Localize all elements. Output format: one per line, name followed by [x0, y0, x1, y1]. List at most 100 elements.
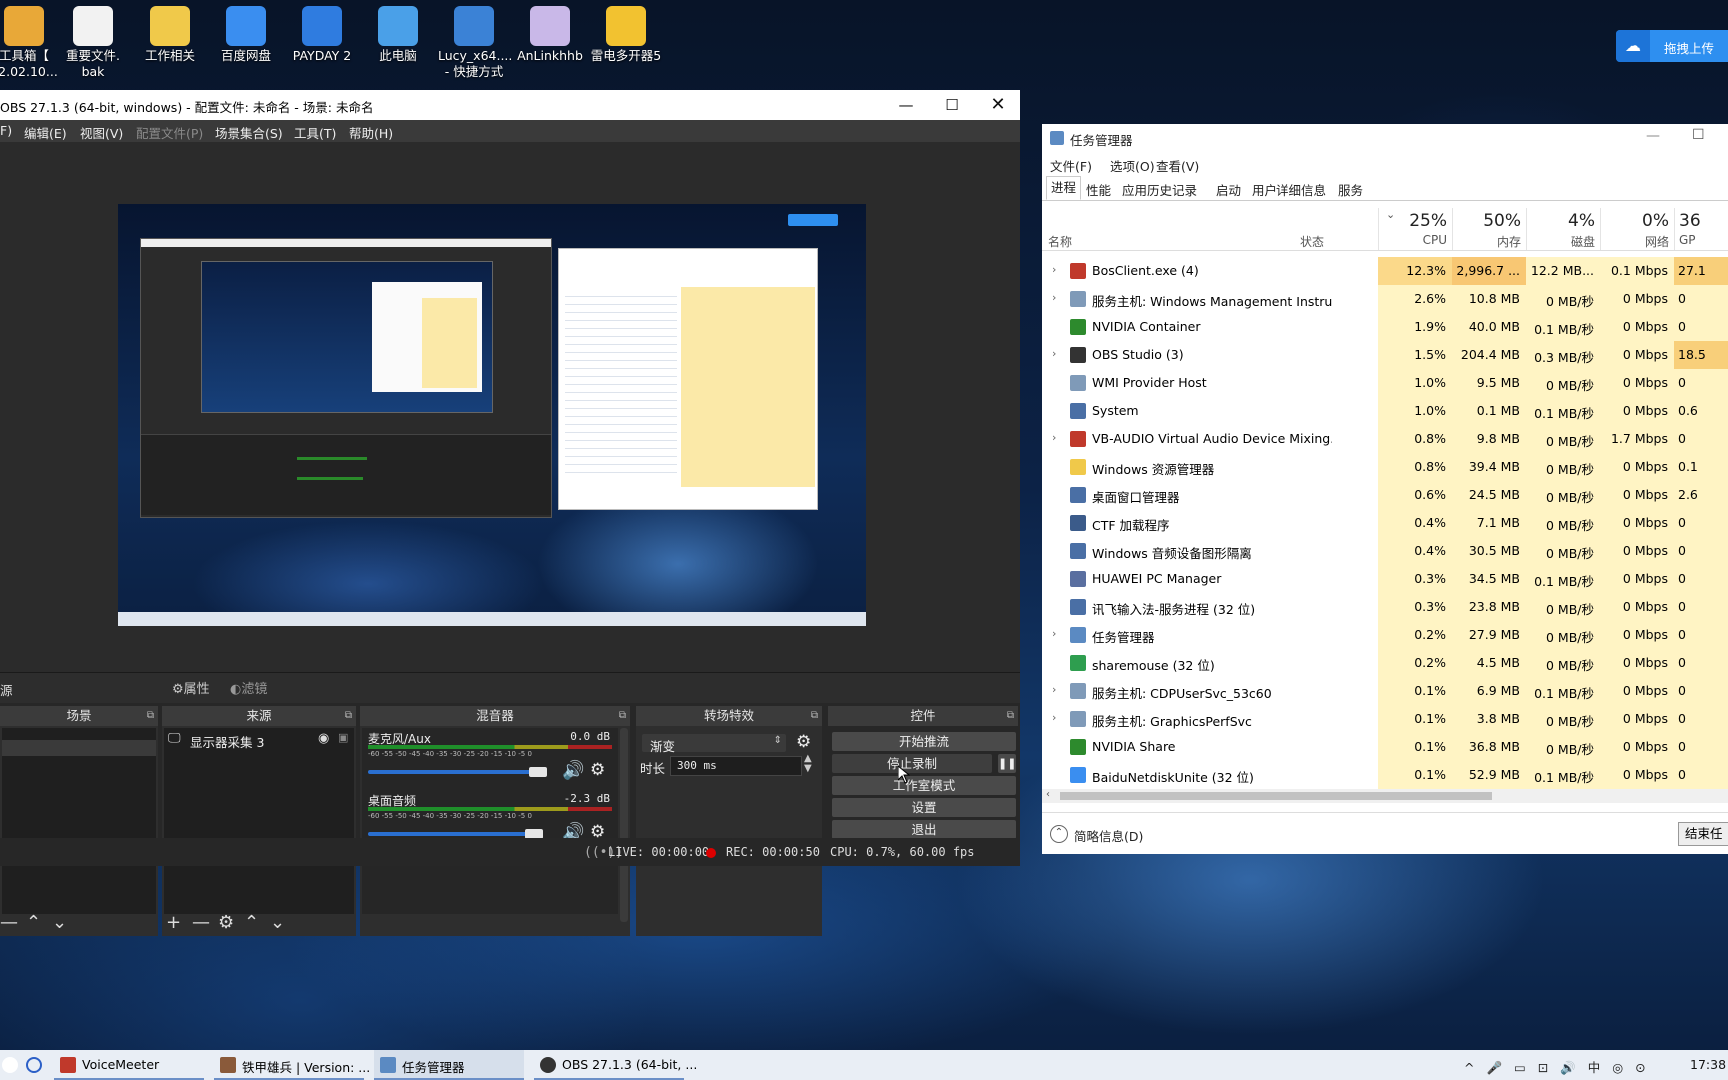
spin-arrows-icon[interactable]: ▲ ▼ — [804, 754, 812, 774]
obs-title-bar[interactable]: OBS 27.1.3 (64-bit, windows) - 配置文件: 未命名… — [0, 90, 1020, 120]
undock-icon[interactable]: ⧉ — [619, 706, 626, 726]
col-name[interactable]: 名称 — [1048, 233, 1072, 250]
table-row[interactable]: › VB-AUDIO Virtual Audio Device Mixing...… — [1042, 425, 1728, 453]
expand-chevron-icon[interactable]: › — [1052, 347, 1056, 360]
undock-icon[interactable]: ⧉ — [147, 706, 154, 726]
minimize-button[interactable]: — — [884, 90, 928, 120]
col-disk[interactable]: 4% 磁盘 — [1526, 208, 1601, 250]
undock-icon[interactable]: ⧉ — [345, 706, 352, 726]
system-tray-icons[interactable]: ^ 🎤 ▭ ⊡ 🔊 中 ◎ ⊙ — [1464, 1057, 1650, 1076]
volume-slider-handle[interactable] — [529, 767, 547, 777]
desktop-icon[interactable]: PAYDAY 2 — [286, 4, 358, 64]
table-row[interactable]: 讯飞输入法-服务进程 (32 位) 0.3% 23.8 MB 0 MB/秒 0 Mbps… — [1042, 593, 1728, 621]
tab-performance[interactable]: 性能 — [1082, 180, 1115, 199]
maximize-button[interactable]: ☐ — [930, 90, 974, 120]
desktop-icon[interactable]: 工具箱【 22.02.10... — [0, 4, 60, 80]
expand-chevron-icon[interactable]: › — [1052, 683, 1056, 696]
menu-file[interactable]: 文件(F) — [1050, 156, 1092, 175]
scenes-list[interactable] — [2, 728, 156, 914]
tab-startup[interactable]: 启动 — [1212, 180, 1245, 199]
col-gpu[interactable]: 36 GP — [1674, 208, 1728, 250]
taskmgr-title-bar[interactable]: 任务管理器 — ☐ — [1042, 124, 1728, 152]
table-row[interactable]: 桌面窗口管理器 0.6% 24.5 MB 0 MB/秒 0 Mbps 2.6 — [1042, 481, 1728, 509]
desktop-icon[interactable]: AnLinkhhb — [514, 4, 586, 64]
table-row[interactable]: › 任务管理器 0.2% 27.9 MB 0 MB/秒 0 Mbps 0 — [1042, 621, 1728, 649]
tab-processes[interactable]: 进程 — [1046, 176, 1082, 200]
table-row[interactable]: System 1.0% 0.1 MB 0.1 MB/秒 0 Mbps 0.6 — [1042, 397, 1728, 425]
lock-icon[interactable]: ▣ — [338, 731, 348, 744]
duration-input[interactable]: 300 ms — [670, 756, 802, 776]
table-row[interactable]: › 服务主机: GraphicsPerfSvc 0.1% 3.8 MB 0 MB/秒 0 … — [1042, 705, 1728, 733]
volume-slider[interactable] — [368, 832, 531, 836]
stop-recording-button[interactable]: 停止录制 — [832, 754, 992, 773]
undock-icon[interactable]: ⧉ — [1007, 706, 1014, 726]
scene-item-selected[interactable] — [2, 740, 156, 756]
table-row[interactable]: Windows 资源管理器 0.8% 39.4 MB 0 MB/秒 0 Mbps 0.1 — [1042, 453, 1728, 481]
source-item[interactable]: 🖵 显示器采集 3 ◉ ▣ — [164, 730, 354, 750]
settings-button[interactable]: 设置 — [832, 798, 1016, 817]
baidu-upload-button[interactable]: ☁ 拖拽上传 — [1616, 30, 1728, 62]
end-task-button[interactable]: 结束任 — [1678, 822, 1728, 846]
table-row[interactable]: NVIDIA Container 1.9% 40.0 MB 0.1 MB/秒 0 Mbp… — [1042, 313, 1728, 341]
taskbar-item-game[interactable]: 铁甲雄兵 | Version: ... — [214, 1050, 370, 1080]
volume-slider[interactable] — [368, 770, 535, 774]
clock[interactable]: 17:38 — [1690, 1057, 1726, 1072]
col-cpu[interactable]: 25% CPU — [1378, 208, 1453, 250]
table-row[interactable]: Windows 音频设备图形隔离 0.4% 30.5 MB 0 MB/秒 0 Mbps 0 — [1042, 537, 1728, 565]
expand-chevron-icon[interactable]: › — [1052, 291, 1056, 304]
source-settings-icon[interactable]: ⚙ — [218, 912, 234, 933]
taskbar-item-voicemeeter[interactable]: VoiceMeeter — [54, 1050, 204, 1080]
tab-services[interactable]: 服务 — [1334, 180, 1367, 199]
preview-canvas[interactable] — [118, 204, 866, 626]
scrollbar-thumb[interactable] — [1060, 792, 1492, 800]
scroll-left-icon[interactable]: ‹ — [1046, 789, 1050, 800]
col-memory[interactable]: 50% 内存 — [1452, 208, 1527, 250]
maximize-button[interactable]: ☐ — [1692, 127, 1705, 143]
menu-file[interactable]: F) — [0, 123, 12, 138]
table-row[interactable]: sharemouse (32 位) 0.2% 4.5 MB 0 MB/秒 0 Mbps 0 — [1042, 649, 1728, 677]
properties-button[interactable]: ⚙属性 — [172, 678, 210, 697]
studio-mode-button[interactable]: 工作室模式 — [832, 776, 1016, 795]
visibility-icon[interactable]: ◉ — [318, 731, 329, 746]
tab-details[interactable]: 详细信息 — [1272, 180, 1330, 199]
add-source-icon[interactable]: + — [166, 912, 181, 933]
filters-button[interactable]: ◐滤镜 — [230, 678, 267, 697]
expand-chevron-icon[interactable]: › — [1052, 431, 1056, 444]
gear-icon[interactable]: ⚙ — [590, 760, 605, 780]
taskbar-item-taskmgr[interactable]: 任务管理器 — [374, 1050, 524, 1080]
undock-icon[interactable]: ⧉ — [811, 706, 818, 726]
collapse-icon[interactable]: ⌃ — [1050, 825, 1068, 843]
mixer-scrollbar[interactable] — [620, 728, 628, 922]
sources-list[interactable]: 🖵 显示器采集 3 ◉ ▣ — [164, 728, 354, 914]
expand-chevron-icon[interactable]: › — [1052, 627, 1056, 640]
transition-select[interactable]: 渐变 ⇕ — [642, 734, 786, 754]
table-row[interactable]: HUAWEI PC Manager 0.3% 34.5 MB 0.1 MB/秒 0 Mb… — [1042, 565, 1728, 593]
menu-profile[interactable]: 配置文件(P) — [136, 123, 203, 142]
search-icon[interactable] — [2, 1057, 18, 1073]
menu-view[interactable]: 查看(V) — [1156, 156, 1199, 175]
table-row[interactable]: › OBS Studio (3) 1.5% 204.4 MB 0.3 MB/秒 0 Mbp… — [1042, 341, 1728, 369]
remove-scene-icon[interactable]: — — [0, 912, 18, 933]
tab-app-history[interactable]: 应用历史记录 — [1118, 180, 1201, 199]
fewer-details-link[interactable]: 简略信息(D) — [1074, 826, 1143, 845]
menu-options[interactable]: 选项(O) — [1110, 156, 1155, 175]
table-row[interactable]: › 服务主机: Windows Management Instru... 2.6% 1… — [1042, 285, 1728, 313]
menu-edit[interactable]: 编辑(E) — [24, 123, 67, 142]
col-network[interactable]: 0% 网络 — [1600, 208, 1675, 250]
menu-view[interactable]: 视图(V) — [80, 123, 123, 142]
cortana-icon[interactable] — [26, 1057, 42, 1073]
pause-recording-button[interactable]: ❚❚ — [998, 754, 1016, 773]
move-up-icon[interactable]: ⌃ — [26, 912, 41, 933]
move-down-icon[interactable]: ⌄ — [52, 912, 67, 933]
expand-chevron-icon[interactable]: › — [1052, 711, 1056, 724]
desktop-icon[interactable]: 重要文件. bak — [57, 4, 129, 80]
menu-scene-collection[interactable]: 场景集合(S) — [215, 123, 283, 142]
desktop-icon[interactable]: 雷电多开器5 — [590, 4, 662, 64]
menu-tools[interactable]: 工具(T) — [294, 123, 336, 142]
col-status[interactable]: 状态 — [1300, 233, 1324, 250]
desktop-icon[interactable]: 百度网盘 — [210, 4, 282, 64]
exit-button[interactable]: 退出 — [832, 820, 1016, 839]
table-row[interactable]: WMI Provider Host 1.0% 9.5 MB 0 MB/秒 0 Mbps 0 — [1042, 369, 1728, 397]
minimize-button[interactable]: — — [1646, 128, 1660, 144]
gear-icon[interactable]: ⚙ — [796, 732, 811, 752]
